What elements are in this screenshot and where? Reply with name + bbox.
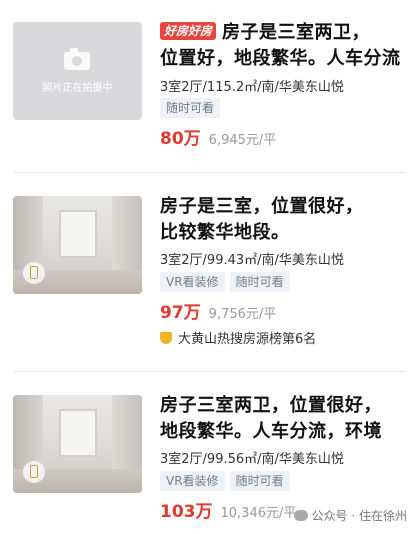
tag-vr: VR看装修 [160, 471, 225, 491]
tag-vr: VR看装修 [160, 272, 225, 292]
vr-icon[interactable] [23, 461, 45, 483]
listing-photo[interactable]: 照片正在拍摄中 [13, 22, 142, 120]
price-total: 80万 [160, 129, 201, 149]
tag-list: VR看装修 随时可看 [160, 271, 295, 292]
price-unit: 9,756元/平 [208, 307, 277, 322]
divider [13, 172, 406, 173]
price-total: 103万 [160, 502, 213, 522]
listing-price: 103万 10,346元/平 [160, 497, 296, 522]
tag-list: 随时可看 [160, 97, 225, 118]
listing-title[interactable]: 房子是三室，位置很好， 比较繁华地段。 [160, 194, 406, 246]
tag-viewable: 随时可看 [229, 272, 290, 292]
wechat-icon [293, 510, 308, 521]
hot-badge: 好房好房 [160, 22, 217, 40]
price-unit: 6,945元/平 [208, 133, 277, 148]
divider [13, 371, 406, 372]
listing-photo[interactable] [13, 395, 142, 493]
listing-price: 80万 6,945元/平 [160, 124, 276, 149]
photo-caption: 照片正在拍摄中 [42, 83, 113, 94]
camera-icon [64, 48, 90, 70]
listing-meta: 3室2厅/115.2㎡/南/华美东山悦 [160, 80, 344, 95]
tag-viewable: 随时可看 [229, 471, 290, 491]
tag-list: VR看装修 随时可看 [160, 470, 295, 491]
listing-meta: 3室2厅/99.56㎡/南/华美东山悦 [160, 452, 344, 467]
trophy-icon [160, 332, 172, 344]
rank-label[interactable]: 大黄山热搜房源榜第6名 [160, 328, 316, 347]
listing-meta: 3室2厅/99.43㎡/南/华美东山悦 [160, 253, 344, 268]
listing-title[interactable]: 好房好房 房子是三室两卫， 位置好，地段繁华。人车分流 [160, 20, 406, 72]
vr-icon[interactable] [23, 262, 45, 284]
listing-price: 97万 9,756元/平 [160, 298, 276, 323]
watermark: 公众号 · 住在徐州 [293, 507, 407, 524]
tag-viewable: 随时可看 [160, 98, 221, 118]
listing-photo[interactable] [13, 196, 142, 294]
price-total: 97万 [160, 303, 201, 323]
listing-title[interactable]: 房子三室两卫，位置很好， 地段繁华。人车分流，环境 [160, 393, 406, 445]
price-unit: 10,346元/平 [220, 506, 297, 521]
